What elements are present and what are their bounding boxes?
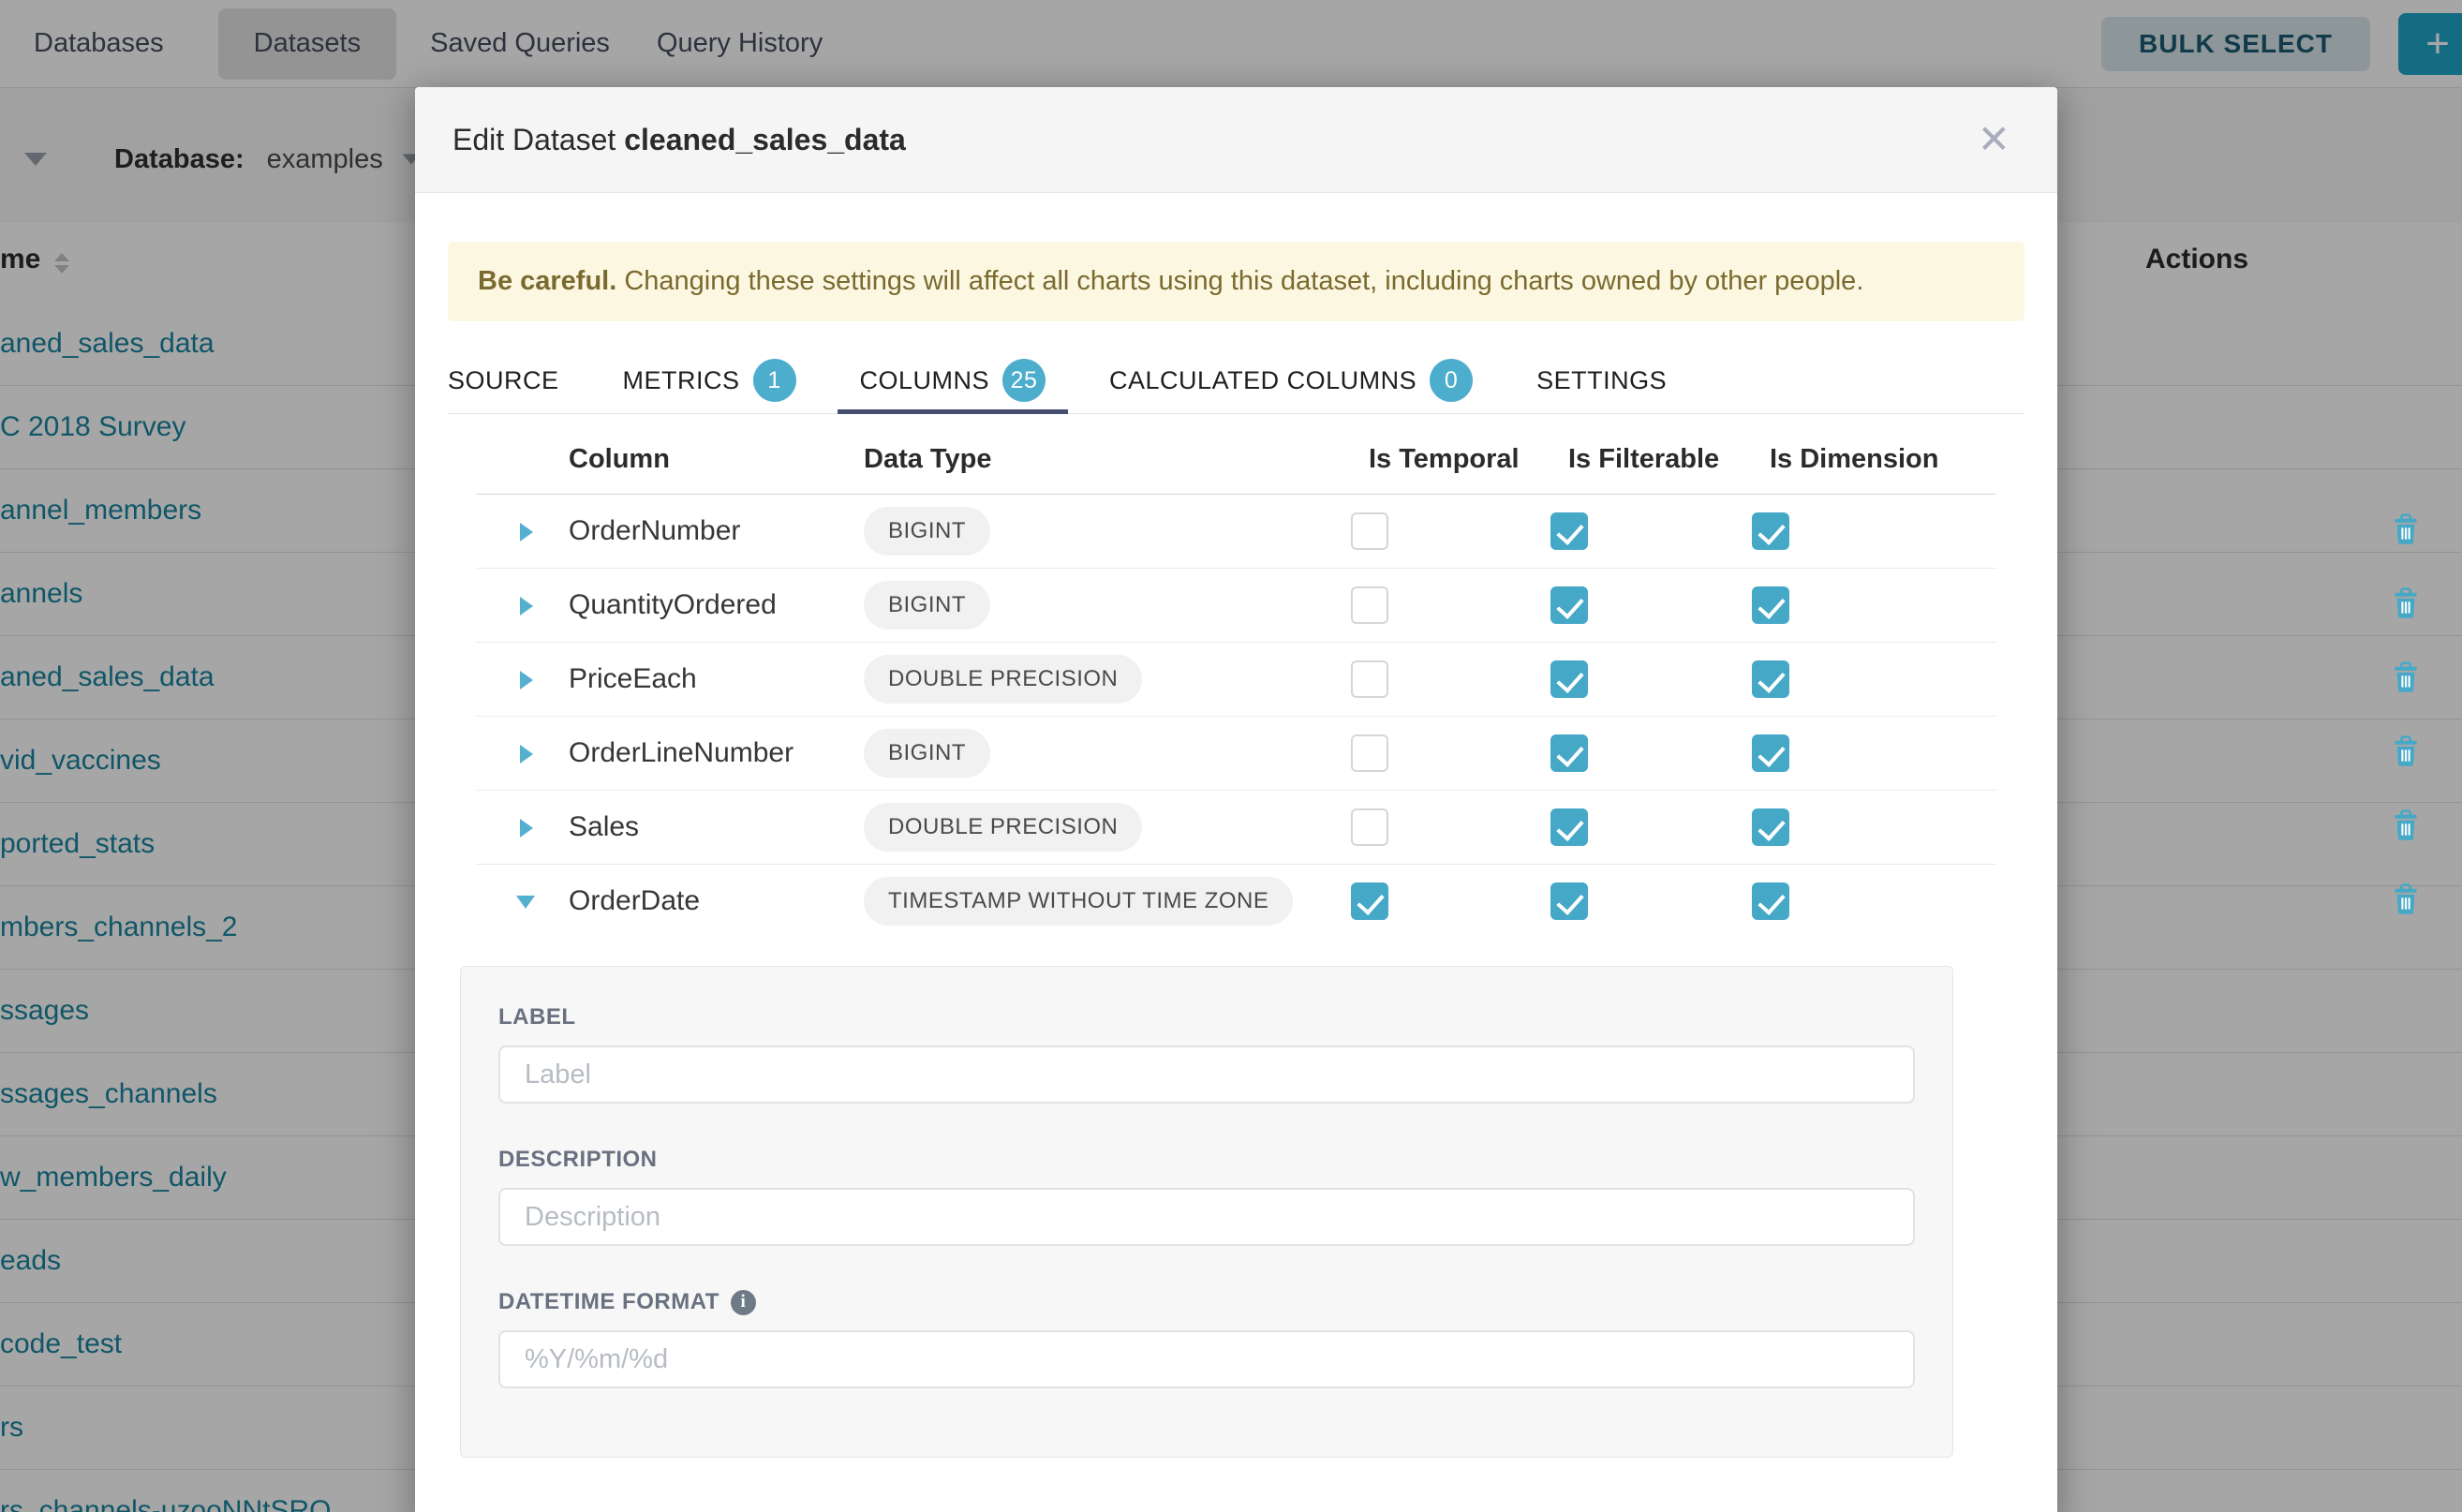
tab-metrics[interactable]: METRICS 1 — [591, 348, 828, 413]
header-is-temporal: Is Temporal — [1369, 444, 1520, 475]
column-row-orderdate: OrderDate TIMESTAMP WITHOUT TIME ZONE — [476, 865, 1996, 938]
warning-banner: Be careful. Changing these settings will… — [448, 242, 2024, 321]
is-filterable-checkbox-checked[interactable] — [1550, 808, 1588, 846]
delete-column-trash-icon[interactable] — [2393, 661, 2419, 693]
expand-caret-icon[interactable] — [520, 745, 533, 763]
modal-title-dataset-name: cleaned_sales_data — [624, 123, 906, 156]
info-icon[interactable]: i — [731, 1290, 756, 1315]
is-temporal-checkbox[interactable] — [1351, 512, 1388, 550]
description-input[interactable] — [498, 1188, 1915, 1246]
screen: DatabasesDatasetsSaved QueriesQuery Hist… — [0, 0, 2462, 1512]
is-temporal-checkbox[interactable] — [1351, 808, 1388, 846]
is-filterable-checkbox-checked[interactable] — [1550, 586, 1588, 624]
modal-title: Edit Dataset cleaned_sales_data — [452, 123, 906, 157]
data-type-pill: TIMESTAMP WITHOUT TIME ZONE — [864, 877, 1293, 926]
modal-tabs: SOURCE METRICS 1 COLUMNS 25 CALCULATED COLUMN… — [448, 348, 2024, 414]
delete-column-trash-icon[interactable] — [2393, 513, 2419, 545]
tab-calculated-columns[interactable]: CALCULATED COLUMNS 0 — [1077, 348, 1505, 413]
data-type-pill: DOUBLE PRECISION — [864, 803, 1142, 852]
description-field-label: DESCRIPTION — [498, 1147, 1915, 1173]
columns-table-header: Column Data Type Is Temporal Is Filterab… — [476, 423, 1996, 495]
column-name: OrderDate — [569, 885, 700, 917]
is-temporal-checkbox-checked[interactable] — [1351, 882, 1388, 920]
warning-banner-bold: Be careful. — [478, 266, 616, 296]
delete-column-trash-icon[interactable] — [2393, 883, 2419, 915]
modal-header: Edit Dataset cleaned_sales_data ✕ — [415, 87, 2057, 193]
expand-caret-icon[interactable] — [520, 819, 533, 838]
tab-settings[interactable]: SETTINGS — [1505, 348, 1698, 413]
close-icon[interactable]: ✕ — [1968, 116, 2020, 163]
collapse-caret-icon[interactable] — [516, 896, 535, 909]
column-row-priceeach: PriceEach DOUBLE PRECISION — [476, 643, 1996, 717]
is-filterable-checkbox-checked[interactable] — [1550, 734, 1588, 772]
is-temporal-checkbox[interactable] — [1351, 734, 1388, 772]
data-type-pill: BIGINT — [864, 581, 990, 630]
columns-table: Column Data Type Is Temporal Is Filterab… — [448, 423, 2024, 938]
column-row-quantityordered: QuantityOrdered BIGINT — [476, 569, 1996, 643]
column-name: OrderNumber — [569, 515, 740, 547]
tab-count-badge: 1 — [753, 359, 796, 402]
is-dimension-checkbox-checked[interactable] — [1752, 586, 1789, 624]
datetime-format-label-text: DATETIME FORMAT — [498, 1289, 719, 1315]
tab-label: CALCULATED COLUMNS — [1109, 366, 1416, 395]
label-field-label: LABEL — [498, 1004, 1915, 1030]
warning-banner-text: Changing these settings will affect all … — [616, 266, 1863, 296]
is-dimension-checkbox-checked[interactable] — [1752, 734, 1789, 772]
column-name: Sales — [569, 811, 639, 843]
expand-caret-icon[interactable] — [520, 671, 533, 689]
label-input[interactable] — [498, 1045, 1915, 1104]
column-detail-panel: LABEL DESCRIPTION DATETIME FORMAT i — [460, 966, 1953, 1458]
expand-caret-icon[interactable] — [520, 597, 533, 615]
is-dimension-checkbox-checked[interactable] — [1752, 882, 1789, 920]
is-dimension-checkbox-checked[interactable] — [1752, 660, 1789, 698]
datetime-format-input[interactable] — [498, 1330, 1915, 1388]
is-filterable-checkbox-checked[interactable] — [1550, 660, 1588, 698]
is-temporal-checkbox[interactable] — [1351, 586, 1388, 624]
header-column: Column — [569, 444, 670, 475]
is-temporal-checkbox[interactable] — [1351, 660, 1388, 698]
tab-label: COLUMNS — [860, 366, 990, 395]
tab-label: METRICS — [623, 366, 740, 395]
tab-columns[interactable]: COLUMNS 25 — [828, 348, 1078, 413]
data-type-pill: DOUBLE PRECISION — [864, 655, 1142, 704]
tab-label: SETTINGS — [1536, 366, 1667, 395]
delete-column-trash-icon[interactable] — [2393, 735, 2419, 767]
delete-column-trash-icon[interactable] — [2393, 587, 2419, 619]
datetime-format-field-label: DATETIME FORMAT i — [498, 1289, 1915, 1315]
header-is-filterable: Is Filterable — [1568, 444, 1719, 475]
is-dimension-checkbox-checked[interactable] — [1752, 512, 1789, 550]
is-filterable-checkbox-checked[interactable] — [1550, 512, 1588, 550]
tab-label: SOURCE — [448, 366, 559, 395]
column-row-ordernumber: OrderNumber BIGINT — [476, 495, 1996, 569]
header-is-dimension: Is Dimension — [1770, 444, 1939, 475]
tab-source[interactable]: SOURCE — [448, 348, 591, 413]
column-name: QuantityOrdered — [569, 589, 777, 621]
modal-body: Be careful. Changing these settings will… — [415, 193, 2057, 1458]
column-name: OrderLineNumber — [569, 737, 793, 769]
edit-dataset-modal: Edit Dataset cleaned_sales_data ✕ Be car… — [415, 87, 2057, 1512]
expand-caret-icon[interactable] — [520, 523, 533, 541]
column-row-orderlinenumber: OrderLineNumber BIGINT — [476, 717, 1996, 791]
tab-count-badge: 25 — [1002, 359, 1046, 402]
column-row-sales: Sales DOUBLE PRECISION — [476, 791, 1996, 865]
data-type-pill: BIGINT — [864, 507, 990, 556]
data-type-pill: BIGINT — [864, 729, 990, 778]
column-name: PriceEach — [569, 663, 697, 695]
tab-count-badge: 0 — [1430, 359, 1473, 402]
is-dimension-checkbox-checked[interactable] — [1752, 808, 1789, 846]
delete-column-trash-icon[interactable] — [2393, 809, 2419, 841]
is-filterable-checkbox-checked[interactable] — [1550, 882, 1588, 920]
header-data-type: Data Type — [864, 444, 991, 475]
